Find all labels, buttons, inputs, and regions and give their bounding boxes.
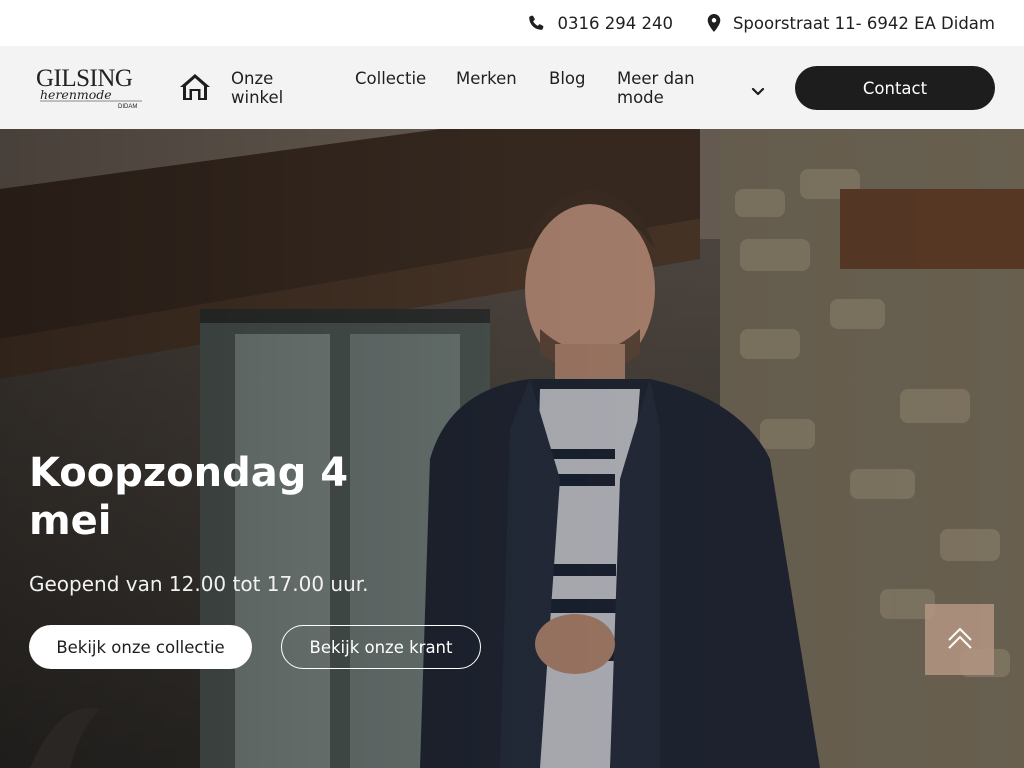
view-newspaper-button[interactable]: Bekijk onze krant (281, 625, 481, 669)
home-icon[interactable] (179, 72, 211, 102)
double-chevron-up-icon (946, 624, 974, 656)
phone-link[interactable]: 0316 294 240 (527, 13, 673, 33)
view-collection-button[interactable]: Bekijk onze collectie (29, 625, 252, 669)
address-text: Spoorstraat 11- 6942 EA Didam (732, 13, 995, 33)
top-contact-bar: 0316 294 240 Spoorstraat 11- 6942 EA Did… (0, 0, 1024, 46)
svg-text:herenmode: herenmode (40, 87, 112, 102)
map-pin-icon (707, 14, 721, 32)
hero-subtitle: Geopend van 12.00 tot 17.00 uur. (29, 572, 369, 596)
main-header: GILSING herenmode DIDAM Onze winkel Coll… (0, 46, 1024, 129)
contact-button[interactable]: Contact (795, 66, 995, 110)
scroll-to-top-button[interactable] (925, 604, 994, 675)
nav-blog[interactable]: Blog (549, 69, 585, 88)
nav-collectie[interactable]: Collectie (355, 69, 426, 88)
phone-number: 0316 294 240 (557, 13, 673, 33)
address-link[interactable]: Spoorstraat 11- 6942 EA Didam (707, 14, 995, 33)
hero-banner: Koopzondag 4 mei Geopend van 12.00 tot 1… (0, 129, 1024, 768)
phone-icon (527, 14, 545, 32)
nav-onze-winkel[interactable]: Onze winkel (231, 69, 321, 107)
chevron-down-icon[interactable] (751, 82, 765, 96)
nav-meer-dan-mode[interactable]: Meer dan mode (617, 69, 727, 107)
gilsing-logo[interactable]: GILSING herenmode DIDAM (36, 65, 148, 110)
svg-text:DIDAM: DIDAM (118, 104, 137, 110)
nav-merken[interactable]: Merken (456, 69, 517, 88)
hero-title: Koopzondag 4 mei (29, 450, 349, 544)
